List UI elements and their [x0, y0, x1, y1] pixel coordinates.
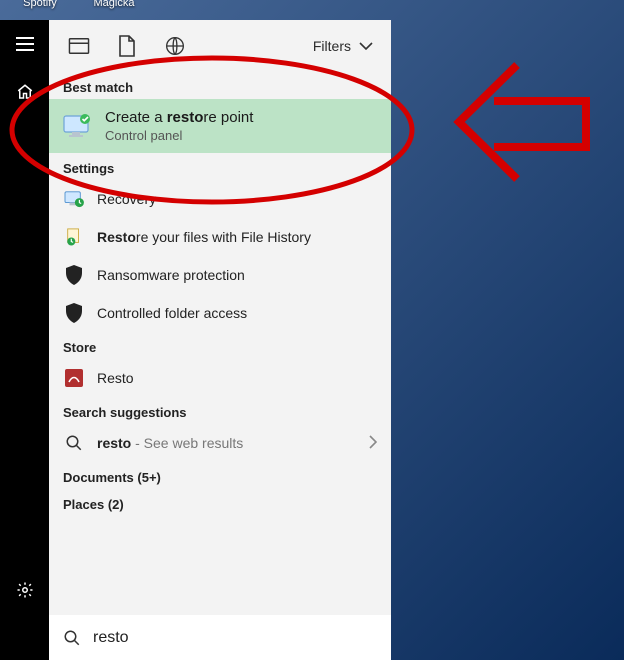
filters-button[interactable]: Filters	[303, 32, 383, 60]
desktop-icon-magicka[interactable]: Magicka	[84, 0, 144, 9]
store-item-resto[interactable]: Resto	[49, 359, 391, 397]
search-scope-bar: Filters	[49, 20, 391, 72]
best-match-title: Create a restore point	[105, 109, 253, 126]
settings-item-ransomware[interactable]: Ransomware protection	[49, 256, 391, 294]
home-icon[interactable]	[0, 68, 49, 116]
scope-documents-icon[interactable]	[105, 26, 149, 66]
section-store: Store	[49, 332, 391, 359]
search-icon	[63, 432, 85, 454]
chevron-down-icon	[359, 42, 373, 50]
settings-item-file-history[interactable]: Restore your files with File History	[49, 218, 391, 256]
section-documents[interactable]: Documents (5+)	[49, 462, 391, 489]
settings-item-folderaccess[interactable]: Controlled folder access	[49, 294, 391, 332]
search-input[interactable]	[93, 629, 377, 647]
settings-item-recovery[interactable]: Recovery	[49, 180, 391, 218]
best-match-text: Create a restore point Control panel	[105, 109, 253, 143]
restore-point-icon	[63, 111, 93, 141]
scope-apps-icon[interactable]	[57, 26, 101, 66]
best-match-item[interactable]: Create a restore point Control panel	[49, 99, 391, 153]
filehistory-icon	[63, 226, 85, 248]
gear-icon[interactable]	[0, 566, 49, 614]
desktop-icon-spotify[interactable]: Spotify	[10, 0, 70, 9]
suggestion-item[interactable]: resto - See web results	[49, 424, 391, 462]
chevron-right-icon	[369, 435, 377, 452]
search-icon	[63, 629, 81, 647]
filters-label: Filters	[313, 38, 351, 54]
shield-icon	[63, 264, 85, 286]
recovery-icon	[63, 188, 85, 210]
search-panel: Filters Best match Create a restore poin…	[49, 20, 391, 660]
section-suggestions: Search suggestions	[49, 397, 391, 424]
scope-web-icon[interactable]	[153, 26, 197, 66]
hamburger-icon[interactable]	[0, 20, 49, 68]
start-rail	[0, 20, 49, 660]
best-match-subtitle: Control panel	[105, 128, 253, 143]
shield-icon	[63, 302, 85, 324]
store-app-icon	[63, 367, 85, 389]
section-settings: Settings	[49, 153, 391, 180]
search-bar[interactable]	[49, 615, 391, 660]
section-places[interactable]: Places (2)	[49, 489, 391, 516]
section-best-match: Best match	[49, 72, 391, 99]
